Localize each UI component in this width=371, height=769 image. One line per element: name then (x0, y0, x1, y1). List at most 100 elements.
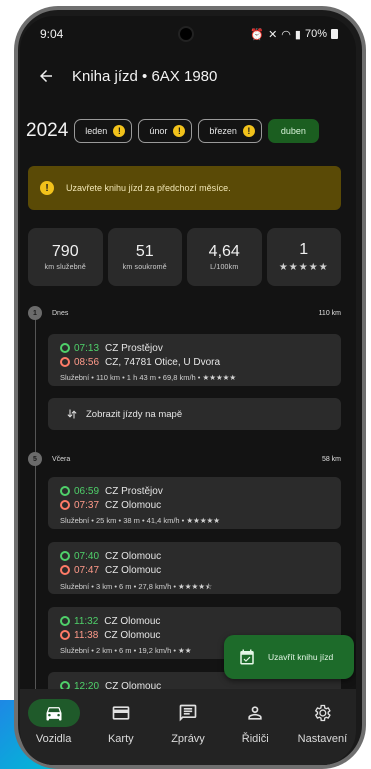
wifi-icon: ◠ (281, 28, 291, 41)
stat-value: 790 (51, 243, 79, 260)
start-time: 07:13 (74, 342, 100, 354)
trip-card[interactable]: 07:40 CZ Olomouc 07:47 CZ Olomouc Služeb… (48, 542, 341, 594)
top-app-bar: Kniha jízd • 6AX 1980 (20, 60, 356, 92)
trip-start: 07:40 CZ Olomouc (60, 549, 331, 563)
calendar-check-icon (240, 649, 254, 665)
end-place: CZ, 74781 Otice, U Dvora (105, 356, 221, 368)
year-label: 2024 (26, 120, 69, 141)
day-trip-count-badge: 1 (28, 306, 42, 320)
battery-text: 70% (304, 28, 327, 40)
trip-end: 08:56 CZ, 74781 Otice, U Dvora (60, 355, 331, 369)
stat-card-business-km: 790 km služebně (28, 228, 103, 286)
end-place: CZ Olomouc (105, 564, 162, 576)
end-time: 08:56 (74, 356, 100, 368)
close-logbook-label: Uzavřít knihu jízd (268, 652, 334, 662)
signal-icon: ▮ (294, 28, 301, 41)
back-arrow-icon[interactable] (34, 64, 58, 88)
stat-rating-stars: ★★★★★ (278, 262, 329, 273)
start-time: 06:59 (74, 485, 100, 497)
nav-pill (95, 699, 147, 727)
end-time: 11:38 (74, 629, 99, 641)
warning-icon: ! (242, 125, 255, 137)
status-icons: ⏰ ✕ ◠ ▮ 70% (250, 28, 338, 41)
trip-info: Služební • 25 km • 38 m • 41,4 km/h • ★★… (60, 516, 221, 525)
trip-card[interactable]: 07:13 CZ Prostějov 08:56 CZ, 74781 Otice… (48, 334, 341, 386)
nav-item-drivers[interactable]: Řidiči (222, 689, 289, 765)
start-marker-icon (60, 616, 70, 626)
stat-label: L/100km (210, 264, 239, 271)
stat-card-consumption: 4,64 L/100km (187, 228, 262, 286)
nav-item-vehicles[interactable]: Vozidla (20, 689, 87, 765)
start-marker-icon (60, 486, 70, 496)
nav-pill (296, 699, 348, 727)
front-camera (180, 28, 192, 40)
trip-card[interactable]: 06:59 CZ Prostějov 07:37 CZ Olomouc Služ… (48, 477, 341, 529)
start-marker-icon (60, 343, 70, 353)
end-place: CZ Olomouc (104, 629, 161, 641)
nav-label: Řidiči (241, 733, 269, 745)
day-name: Včera (52, 455, 71, 463)
start-time: 11:32 (74, 615, 99, 627)
month-chip-leden[interactable]: leden ! (74, 119, 133, 143)
warning-icon: ! (113, 125, 126, 137)
month-chip-duben-active[interactable]: duben (267, 119, 319, 143)
route-icon (67, 409, 77, 419)
start-place: CZ Olomouc (105, 550, 162, 562)
stat-card-private-km: 51 km soukromě (107, 228, 182, 286)
start-marker-icon (60, 551, 70, 561)
trip-end: 07:47 CZ Olomouc (60, 563, 331, 577)
end-time: 07:37 (74, 499, 100, 511)
page-title: Kniha jízd • 6AX 1980 (72, 67, 218, 85)
end-marker-icon (60, 630, 70, 640)
day-trip-count-badge: 5 (28, 452, 42, 466)
close-logbook-fab[interactable]: Uzavřít knihu jízd (224, 635, 354, 679)
app-screen: 9:04 ⏰ ✕ ◠ ▮ 70% Kniha jízd • 6AX 1980 2… (20, 16, 356, 765)
mute-icon: ✕ (268, 28, 278, 41)
month-chip-brezen[interactable]: březen ! (198, 119, 262, 143)
start-place: CZ Prostějov (105, 342, 163, 354)
warning-banner[interactable]: ! Uzavřete knihu jízd za předchozí měsíc… (28, 166, 341, 210)
stat-label: km soukromě (122, 264, 167, 271)
trip-start: 06:59 CZ Prostějov (60, 484, 331, 498)
show-on-map-button[interactable]: Zobrazit jízdy na mapě (48, 398, 341, 430)
nav-item-cards[interactable]: Karty (87, 689, 154, 765)
day-header-today: 1 Dnes 110 km (28, 306, 341, 320)
nav-item-settings[interactable]: Nastavení (289, 689, 356, 765)
trip-end: 07:37 CZ Olomouc (60, 498, 331, 512)
start-place: CZ Olomouc (104, 615, 161, 627)
end-marker-icon (60, 357, 70, 367)
settings-icon (315, 704, 332, 722)
day-header-yesterday: 5 Včera 58 km (28, 452, 341, 466)
stat-label: km služebně (44, 264, 86, 271)
trip-start: 07:13 CZ Prostějov (60, 341, 331, 355)
trip-info: Služební • 110 km • 1 h 43 m • 69,8 km/h… (60, 373, 237, 382)
timeline-line (35, 312, 36, 752)
day-name: Dnes (52, 309, 69, 317)
warning-icon: ! (173, 125, 186, 137)
stat-value: 51 (135, 243, 154, 260)
month-chip-label: duben (280, 126, 306, 136)
nav-active-indicator (27, 699, 80, 727)
nav-label: Nastavení (297, 733, 348, 745)
message-icon (179, 704, 197, 722)
month-chip-unor[interactable]: únor ! (138, 119, 193, 143)
day-km: 110 km (318, 309, 341, 317)
stat-card-rating: 1 ★★★★★ (266, 228, 341, 286)
end-marker-icon (60, 565, 70, 575)
battery-icon (331, 29, 338, 39)
nav-pill (162, 699, 214, 727)
month-chip-label: březen (209, 126, 237, 136)
start-time: 07:40 (74, 550, 100, 562)
trip-start: 11:32 CZ Olomouc (60, 614, 331, 628)
warning-icon: ! (40, 181, 54, 195)
end-time: 07:47 (74, 564, 100, 576)
card-icon (112, 706, 130, 720)
show-on-map-label: Zobrazit jízdy na mapě (86, 408, 183, 420)
nav-item-messages[interactable]: Zprávy (154, 689, 221, 765)
bottom-navigation: Vozidla Karty Zprávy Řidiči Nastavení (20, 689, 356, 765)
month-selector: 2024 leden ! únor ! březen ! duben (26, 116, 356, 146)
day-km: 58 km (321, 455, 341, 463)
stat-value: 4,64 (208, 243, 240, 260)
status-time: 9:04 (40, 27, 64, 41)
nav-label: Vozidla (35, 733, 72, 745)
